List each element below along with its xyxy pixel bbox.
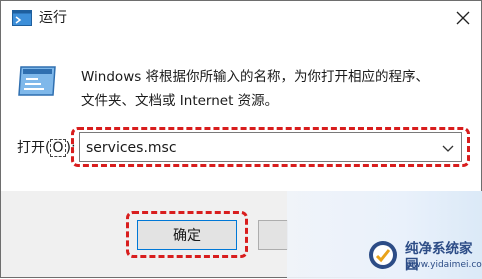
description-line-1: Windows 将根据你所输入的名称，为你打开相应的程序、 — [81, 69, 430, 85]
run-app-icon — [12, 10, 32, 26]
run-program-icon — [18, 66, 56, 96]
title-bar: 运行 — [1, 1, 481, 35]
window-title: 运行 — [39, 10, 67, 26]
cancel-button[interactable] — [258, 220, 288, 250]
open-field-label: 打开(O): — [17, 138, 76, 158]
watermark-url: www.yidaimei.com — [406, 260, 482, 270]
description-line-2: 文件夹、文档或 Internet 资源。 — [81, 93, 279, 109]
open-label-accelerator: O — [50, 139, 66, 157]
close-button[interactable] — [447, 3, 479, 33]
highlight-ok-button — [126, 211, 248, 258]
watermark-logo-icon — [369, 241, 397, 269]
dialog-description: Windows 将根据你所输入的名称，为你打开相应的程序、 文件夹、文档或 In… — [81, 65, 476, 113]
open-label-prefix: 打开( — [17, 140, 51, 156]
highlight-open-field — [71, 127, 470, 167]
run-dialog: 运行 Windows 将根据你所输入的名称，为你打开相应的程序、 文件夹、文档或… — [0, 0, 482, 279]
close-icon — [456, 11, 470, 25]
